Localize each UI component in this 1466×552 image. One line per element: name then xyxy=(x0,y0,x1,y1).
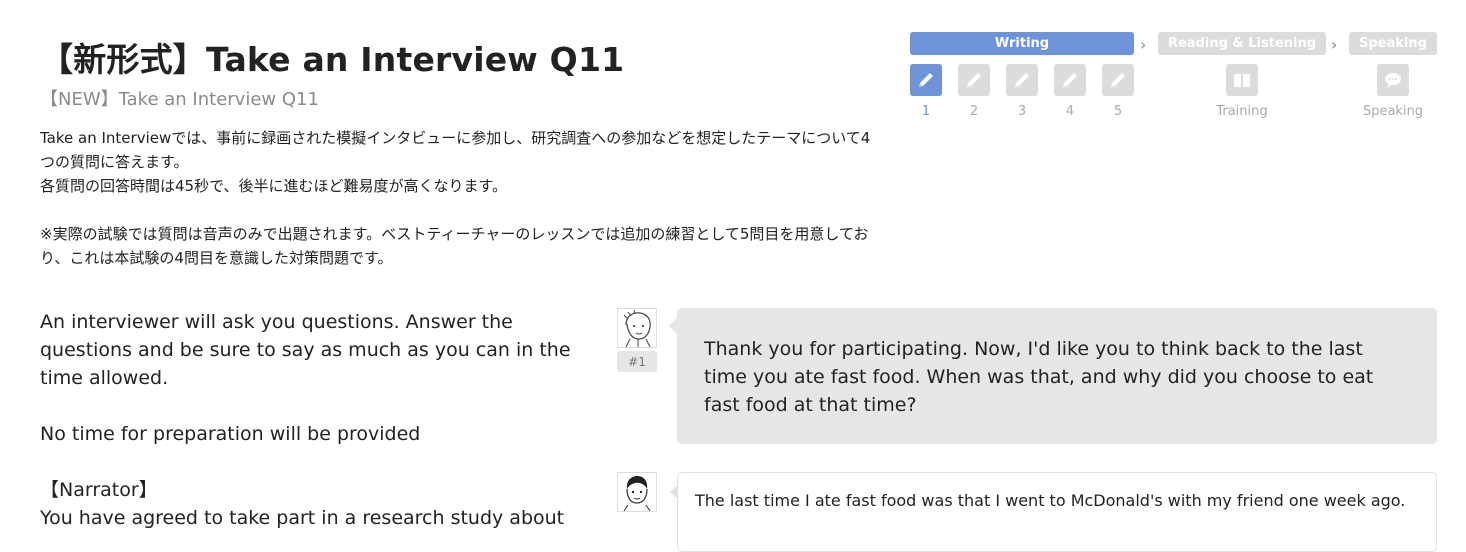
interviewer-face-icon xyxy=(623,309,651,347)
phase-reading-listening[interactable]: Reading & Listening xyxy=(1158,32,1326,55)
chevron-right-icon: › xyxy=(1331,35,1338,54)
user-face-icon xyxy=(623,476,651,511)
speech-bubble-icon xyxy=(1385,73,1401,88)
page-subtitle: 【NEW】Take an Interview Q11 xyxy=(40,89,319,110)
phase-writing[interactable]: Writing xyxy=(910,32,1134,55)
step-5-button[interactable] xyxy=(1102,64,1134,96)
narrator-text: You have agreed to take part in a resear… xyxy=(40,507,565,529)
interviewer-badge: #1 xyxy=(617,351,657,372)
progress-stepper: Writing › Reading & Listening › Speaking xyxy=(910,32,1440,132)
intro-note: ※実際の試験では質問は音声のみで出題されます。ベストティーチャーのレッスンでは追… xyxy=(40,225,869,267)
question-bubble: Thank you for participating. Now, I'd li… xyxy=(669,308,1437,444)
chevron-right-icon: › xyxy=(1140,35,1147,54)
step-label: Training xyxy=(1216,104,1268,119)
narrator-label: 【Narrator】 xyxy=(40,479,158,501)
step-label: 1 xyxy=(921,104,931,119)
page-title: 【新形式】Take an Interview Q11 xyxy=(40,40,625,79)
pencil-icon xyxy=(919,73,933,87)
instruction-text: An interviewer will ask you questions. A… xyxy=(40,311,571,389)
intro-paragraph: 各質問の回答時間は45秒で、後半に進むほど難易度が高くなります。 xyxy=(40,177,507,195)
step-label: 4 xyxy=(1065,104,1075,119)
pencil-icon xyxy=(1015,73,1029,87)
step-label: 2 xyxy=(969,104,979,119)
book-icon xyxy=(1234,74,1250,87)
interviewer-avatar xyxy=(617,308,657,348)
intro-paragraph: Take an Interviewでは、事前に録画された模擬インタビューに参加し… xyxy=(40,129,871,171)
step-3-button[interactable] xyxy=(1006,64,1038,96)
pencil-icon xyxy=(1111,73,1125,87)
instructions: An interviewer will ask you questions. A… xyxy=(40,308,585,532)
speaking-button[interactable] xyxy=(1377,64,1409,96)
instruction-text: No time for preparation will be provided xyxy=(40,423,421,445)
pencil-icon xyxy=(1063,73,1077,87)
phase-speaking[interactable]: Speaking xyxy=(1349,32,1437,55)
step-label: 5 xyxy=(1113,104,1123,119)
user-avatar xyxy=(617,472,657,512)
step-1-button[interactable] xyxy=(910,64,942,96)
step-label: 3 xyxy=(1017,104,1027,119)
step-label: Speaking xyxy=(1362,104,1424,119)
answer-bubble: The last time I ate fast food was that I… xyxy=(670,472,1437,552)
step-4-button[interactable] xyxy=(1054,64,1086,96)
pencil-icon xyxy=(967,73,981,87)
training-button[interactable] xyxy=(1226,64,1258,96)
intro-text: Take an Interviewでは、事前に録画された模擬インタビューに参加し… xyxy=(40,126,885,270)
step-2-button[interactable] xyxy=(958,64,990,96)
